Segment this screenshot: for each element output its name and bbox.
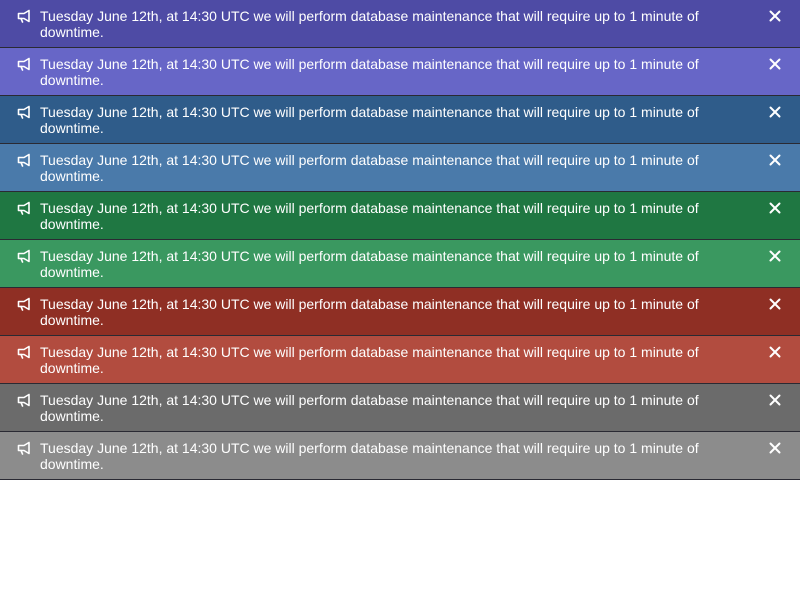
close-button[interactable]	[768, 392, 782, 408]
banner-message: Tuesday June 12th, at 14:30 UTC we will …	[40, 8, 699, 40]
megaphone-icon	[16, 441, 32, 455]
maintenance-banner: Tuesday June 12th, at 14:30 UTC we will …	[0, 432, 800, 480]
banner-message: Tuesday June 12th, at 14:30 UTC we will …	[40, 344, 699, 376]
banner-message: Tuesday June 12th, at 14:30 UTC we will …	[40, 392, 699, 424]
close-icon	[769, 154, 781, 166]
close-button[interactable]	[768, 248, 782, 264]
maintenance-banner: Tuesday June 12th, at 14:30 UTC we will …	[0, 336, 800, 384]
banner-message: Tuesday June 12th, at 14:30 UTC we will …	[40, 200, 699, 232]
page-background	[0, 480, 800, 600]
close-icon	[769, 202, 781, 214]
close-button[interactable]	[768, 56, 782, 72]
banner-stack: Tuesday June 12th, at 14:30 UTC we will …	[0, 0, 800, 480]
close-button[interactable]	[768, 8, 782, 24]
megaphone-icon	[16, 105, 32, 119]
megaphone-icon	[16, 297, 32, 311]
banner-message: Tuesday June 12th, at 14:30 UTC we will …	[40, 296, 699, 328]
close-icon	[769, 394, 781, 406]
maintenance-banner: Tuesday June 12th, at 14:30 UTC we will …	[0, 192, 800, 240]
megaphone-icon	[16, 201, 32, 215]
close-icon	[769, 346, 781, 358]
close-icon	[769, 298, 781, 310]
megaphone-icon	[16, 153, 32, 167]
maintenance-banner: Tuesday June 12th, at 14:30 UTC we will …	[0, 384, 800, 432]
banner-message: Tuesday June 12th, at 14:30 UTC we will …	[40, 56, 699, 88]
close-button[interactable]	[768, 440, 782, 456]
megaphone-icon	[16, 393, 32, 407]
maintenance-banner: Tuesday June 12th, at 14:30 UTC we will …	[0, 240, 800, 288]
megaphone-icon	[16, 345, 32, 359]
maintenance-banner: Tuesday June 12th, at 14:30 UTC we will …	[0, 288, 800, 336]
close-icon	[769, 250, 781, 262]
maintenance-banner: Tuesday June 12th, at 14:30 UTC we will …	[0, 48, 800, 96]
maintenance-banner: Tuesday June 12th, at 14:30 UTC we will …	[0, 96, 800, 144]
close-button[interactable]	[768, 200, 782, 216]
close-button[interactable]	[768, 296, 782, 312]
close-icon	[769, 442, 781, 454]
close-icon	[769, 106, 781, 118]
close-button[interactable]	[768, 344, 782, 360]
close-button[interactable]	[768, 152, 782, 168]
close-button[interactable]	[768, 104, 782, 120]
close-icon	[769, 10, 781, 22]
banner-message: Tuesday June 12th, at 14:30 UTC we will …	[40, 104, 699, 136]
maintenance-banner: Tuesday June 12th, at 14:30 UTC we will …	[0, 144, 800, 192]
megaphone-icon	[16, 249, 32, 263]
close-icon	[769, 58, 781, 70]
banner-message: Tuesday June 12th, at 14:30 UTC we will …	[40, 248, 699, 280]
banner-message: Tuesday June 12th, at 14:30 UTC we will …	[40, 152, 699, 184]
banner-message: Tuesday June 12th, at 14:30 UTC we will …	[40, 440, 699, 472]
maintenance-banner: Tuesday June 12th, at 14:30 UTC we will …	[0, 0, 800, 48]
megaphone-icon	[16, 57, 32, 71]
megaphone-icon	[16, 9, 32, 23]
